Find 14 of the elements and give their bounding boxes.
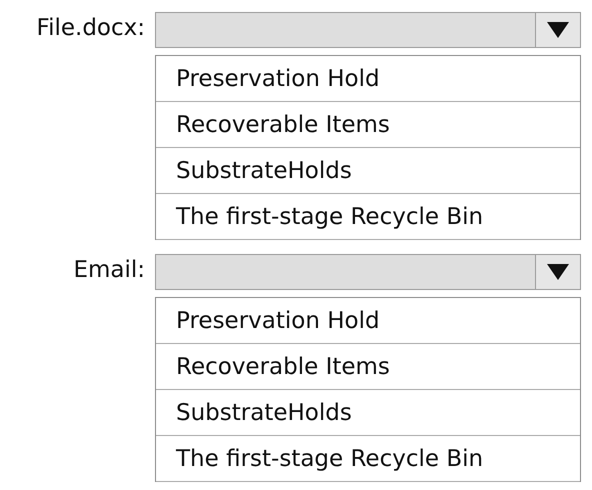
option[interactable]: Preservation Hold <box>156 56 580 102</box>
dropdown[interactable] <box>155 254 581 290</box>
caret-icon <box>547 264 569 280</box>
option[interactable]: The first-stage Recycle Bin <box>156 436 580 482</box>
field-label: File.docx: <box>36 14 145 43</box>
field-label: Email: <box>73 256 145 285</box>
option[interactable]: Recoverable Items <box>156 344 580 390</box>
option[interactable]: Recoverable Items <box>156 102 580 148</box>
option[interactable]: SubstrateHolds <box>156 148 580 194</box>
caret-icon <box>547 22 569 38</box>
dropdown[interactable] <box>155 12 581 48</box>
option[interactable]: SubstrateHolds <box>156 390 580 436</box>
option[interactable]: Preservation Hold <box>156 298 580 344</box>
option[interactable]: The first-stage Recycle Bin <box>156 194 580 240</box>
